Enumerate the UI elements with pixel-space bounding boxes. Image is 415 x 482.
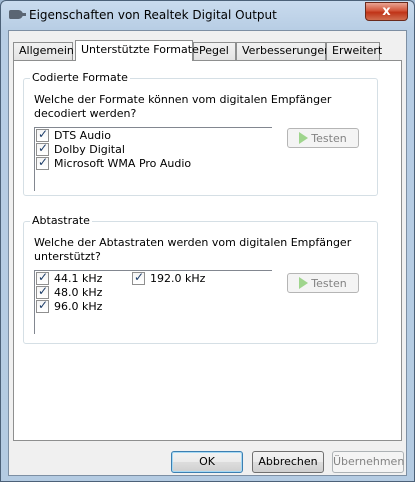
properties-window: Eigenschaften von Realtek Digital Output… xyxy=(0,0,415,482)
checkmark-icon: ✓ xyxy=(38,284,49,298)
format-label: Microsoft WMA Pro Audio xyxy=(54,157,192,170)
close-button[interactable]: x xyxy=(365,2,408,21)
test-label: Testen xyxy=(311,276,347,290)
apply-button[interactable]: Übernehmen xyxy=(332,451,404,473)
cancel-button[interactable]: Abbrechen xyxy=(252,451,324,473)
checkbox[interactable]: ✓ xyxy=(132,270,145,285)
sample-rate-question: Welche der Abtastraten werden vom digita… xyxy=(34,236,352,263)
sample-rate-group: Abtastrate Welche der Abtastraten werden… xyxy=(23,214,378,344)
format-label: Dolby Digital xyxy=(54,143,125,156)
sample-rate-list: ✓ 44.1 kHz ✓ 48.0 kHz ✓ 96.0 kHz ✓ 192.0… xyxy=(34,270,272,334)
checkmark-icon: ✓ xyxy=(38,127,49,141)
rate-label: 48.0 kHz xyxy=(54,286,103,299)
encoded-formats-group: Codierte Formate Welche der Formate könn… xyxy=(23,71,378,196)
ok-button[interactable]: OK xyxy=(171,451,243,473)
window-title: Eigenschaften von Realtek Digital Output xyxy=(29,8,277,22)
play-icon xyxy=(299,132,309,144)
tab-pegel[interactable]: Pegel xyxy=(193,42,236,60)
play-icon xyxy=(299,277,309,289)
dialog-body: Allgemein Unterstützte Formate Pegel Ver… xyxy=(8,30,407,476)
rate-label: 44.1 kHz xyxy=(54,272,103,285)
test-rates-button[interactable]: Testen xyxy=(287,273,359,293)
rate-item-192-0[interactable]: ✓ 192.0 kHz xyxy=(132,270,206,285)
tab-allgemein[interactable]: Allgemein xyxy=(13,42,74,60)
tab-unterstuetzte-formate[interactable]: Unterstützte Formate xyxy=(75,40,199,61)
title-bar[interactable]: Eigenschaften von Realtek Digital Output… xyxy=(1,1,414,29)
encoded-formats-title: Codierte Formate xyxy=(30,71,130,84)
tab-panel-formats: Codierte Formate Welche der Formate könn… xyxy=(13,60,402,441)
tab-erweitert[interactable]: Erweitert xyxy=(326,42,382,60)
rate-item-96-0[interactable]: ✓ 96.0 kHz xyxy=(36,298,103,313)
checkmark-icon: ✓ xyxy=(38,141,49,155)
rate-label: 96.0 kHz xyxy=(54,300,103,313)
format-item-wma-pro[interactable]: ✓ Microsoft WMA Pro Audio xyxy=(36,155,192,170)
rate-label: 192.0 kHz xyxy=(150,272,206,285)
checkmark-icon: ✓ xyxy=(38,155,49,169)
sample-rate-title: Abtastrate xyxy=(30,214,92,227)
format-label: DTS Audio xyxy=(54,129,111,142)
checkbox[interactable]: ✓ xyxy=(36,155,49,170)
format-item-dolby[interactable]: ✓ Dolby Digital xyxy=(36,141,125,156)
checkmark-icon: ✓ xyxy=(134,270,145,284)
speaker-icon xyxy=(9,10,26,19)
checkmark-icon: ✓ xyxy=(38,270,49,284)
test-label: Testen xyxy=(311,131,347,145)
encoded-formats-list: ✓ DTS Audio ✓ Dolby Digital ✓ Microsoft … xyxy=(34,127,272,191)
tab-verbesserungen[interactable]: Verbesserungen xyxy=(236,42,331,60)
test-formats-button[interactable]: Testen xyxy=(287,128,359,148)
checkbox[interactable]: ✓ xyxy=(36,298,49,313)
checkmark-icon: ✓ xyxy=(38,298,49,312)
encoded-formats-question: Welche der Formate können vom digitalen … xyxy=(34,93,332,120)
